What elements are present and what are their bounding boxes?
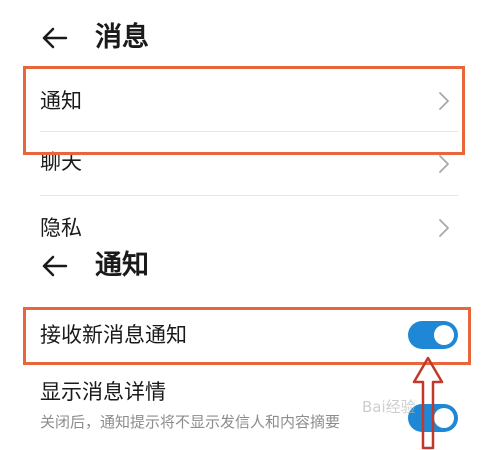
chevron-right-icon bbox=[439, 219, 449, 237]
back-arrow-icon[interactable] bbox=[40, 254, 68, 278]
annotation-arrow-icon bbox=[412, 356, 444, 450]
page-title: 消息 bbox=[95, 22, 149, 53]
chevron-right-icon bbox=[439, 155, 449, 173]
back-arrow-icon[interactable] bbox=[40, 26, 68, 50]
notifications-header: 通知 bbox=[0, 238, 486, 294]
page-title: 通知 bbox=[95, 250, 149, 281]
show-details-label: 显示消息详情 bbox=[40, 380, 166, 404]
show-details-description: 关闭后，通知提示将不显示发信人和内容摘要 bbox=[40, 413, 341, 431]
highlight-box-receive-toggle bbox=[23, 307, 471, 365]
watermark-text: Bai经验 bbox=[362, 398, 416, 416]
divider bbox=[40, 195, 458, 196]
messages-header: 消息 bbox=[0, 10, 486, 66]
highlight-box-notifications bbox=[23, 66, 465, 155]
